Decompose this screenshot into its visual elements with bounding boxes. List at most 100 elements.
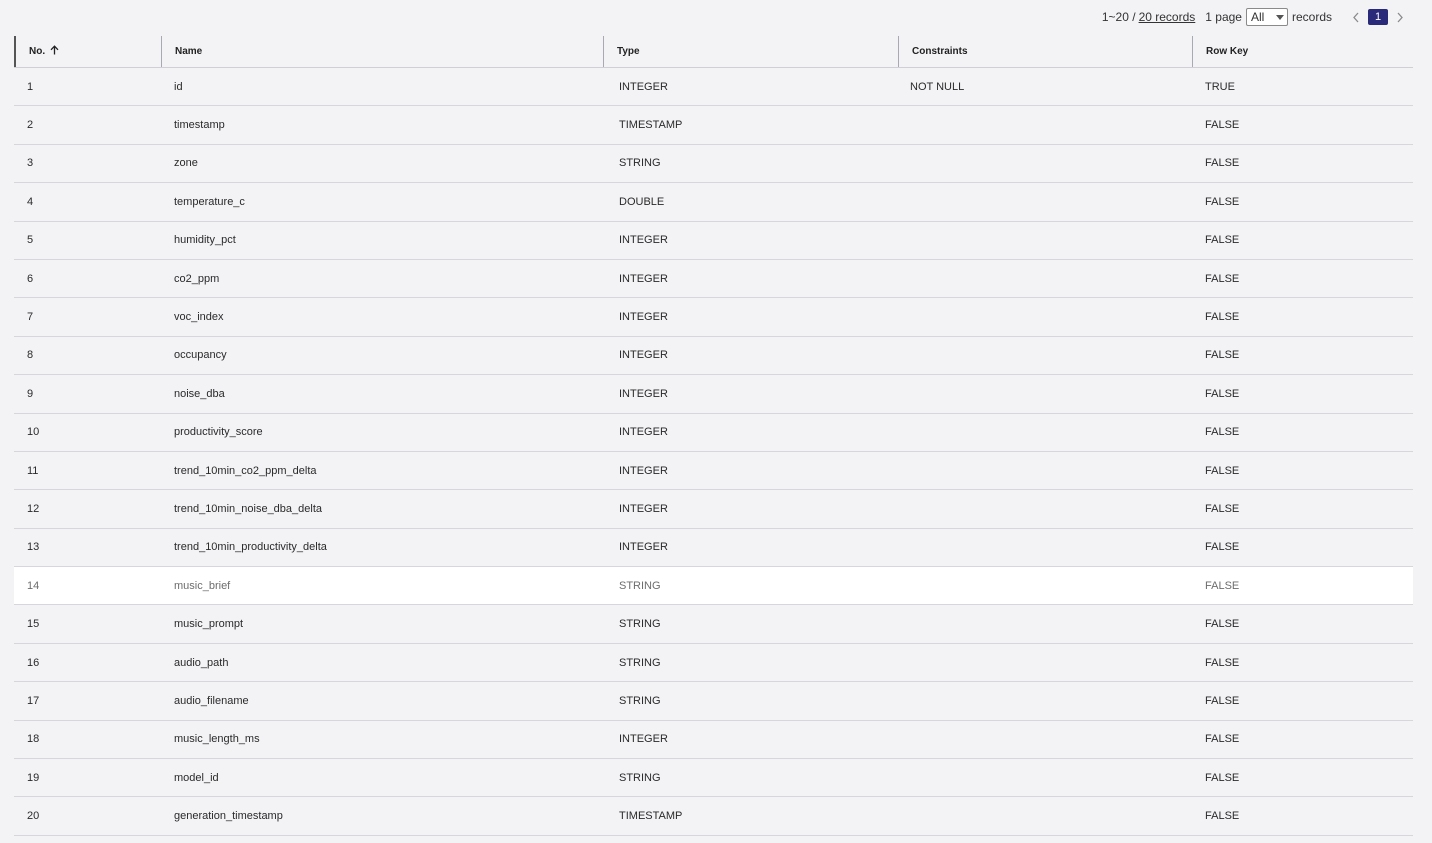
cell-row-key: FALSE [1205,502,1240,515]
cell-no: 17 [27,694,40,707]
table-body: 1 id INTEGER NOT NULL TRUE 2 timestamp TIMESTA… [14,68,1413,836]
cell-row-key: FALSE [1205,349,1240,362]
cell-type: STRING [619,157,661,170]
column-header-type[interactable]: Type [603,36,898,67]
pagination-bar: 1~20 / 20 records 1 page All records 1 [1102,7,1408,27]
table-row[interactable]: 19 model_id STRING FALSE [14,759,1413,798]
cell-type: INTEGER [619,349,668,362]
cell-constraints: NOT NULL [910,80,965,93]
cell-name: id [174,80,183,93]
table-row[interactable]: 17 audio_filename STRING FALSE [14,682,1413,721]
cell-row-key: FALSE [1205,195,1240,208]
table-row[interactable]: 15 music_prompt STRING FALSE [14,605,1413,644]
cell-name: music_brief [174,579,231,592]
cell-no: 10 [27,426,40,439]
table-row[interactable]: 9 noise_dba INTEGER FALSE [14,375,1413,414]
cell-type: STRING [619,771,661,784]
column-header-no[interactable]: No. [14,36,161,67]
table-row[interactable]: 3 zone STRING FALSE [14,145,1413,184]
cell-row-key: FALSE [1205,464,1240,477]
cell-no: 9 [27,387,34,400]
cell-no: 4 [27,195,34,208]
cell-no: 2 [27,119,34,132]
columns-table: No. Name Type Constraints Row Key 1 id INT… [14,36,1413,836]
table-row[interactable]: 5 humidity_pct INTEGER FALSE [14,222,1413,260]
record-range: 1~20 / [1101,10,1136,24]
cell-row-key: FALSE [1205,694,1240,707]
cell-name: voc_index [174,311,224,324]
column-header-row-key[interactable]: Row Key [1192,36,1413,67]
cell-row-key: FALSE [1205,771,1240,784]
table-row[interactable]: 16 audio_path STRING FALSE [14,644,1413,683]
cell-type: STRING [619,618,661,631]
cell-row-key: FALSE [1205,618,1240,631]
cell-type: INTEGER [619,311,668,324]
table-row[interactable]: 12 trend_10min_noise_dba_delta INTEGER FALS… [14,490,1413,529]
table-row[interactable]: 18 music_length_ms INTEGER FALSE [14,721,1413,760]
page-size-value: All [1250,10,1265,24]
cell-name: temperature_c [174,195,245,208]
cell-no: 16 [27,656,40,669]
table-row[interactable]: 13 trend_10min_productivity_delta INTEGER F… [14,529,1413,568]
table-header: No. Name Type Constraints Row Key [14,36,1413,68]
table-row[interactable]: 4 temperature_c DOUBLE FALSE [14,183,1413,222]
arrow-up-icon [50,45,59,55]
cell-no: 19 [27,771,40,784]
cell-row-key: TRUE [1205,80,1235,93]
cell-name: trend_10min_co2_ppm_delta [174,464,317,477]
cell-no: 18 [27,733,40,746]
cell-row-key: FALSE [1205,541,1240,554]
cell-type: INTEGER [619,464,668,477]
table-row[interactable]: 10 productivity_score INTEGER FALSE [14,414,1413,452]
page-size-select[interactable]: All [1245,8,1288,26]
cell-no: 14 [27,579,40,592]
cell-type: STRING [619,579,661,592]
cell-name: occupancy [174,349,227,362]
schema-table-view: 1~20 / 20 records 1 page All records 1 N… [0,0,1432,843]
page-count: 1 page [1205,10,1242,24]
cell-type: INTEGER [619,272,668,285]
column-header-label: Type [617,46,640,57]
records-label: records [1291,10,1332,24]
cell-name: audio_path [174,656,229,669]
cell-no: 11 [27,464,39,477]
cell-type: INTEGER [619,234,668,247]
total-records-link[interactable]: 20 records [1139,10,1196,24]
cell-row-key: FALSE [1205,579,1240,592]
cell-type: INTEGER [619,502,668,515]
column-header-name[interactable]: Name [161,36,603,67]
prev-page-button[interactable] [1348,9,1364,25]
table-row[interactable]: 6 co2_ppm INTEGER FALSE [14,260,1413,299]
table-row-highlighted[interactable]: 14 music_brief STRING FALSE [14,567,1413,606]
cell-row-key: FALSE [1205,272,1240,285]
cell-type: INTEGER [619,426,668,439]
cell-row-key: FALSE [1205,656,1240,669]
next-page-button[interactable] [1392,9,1408,25]
caret-down-icon [1275,15,1284,20]
cell-row-key: FALSE [1205,733,1240,746]
cell-type: INTEGER [619,80,668,93]
table-row[interactable]: 2 timestamp TIMESTAMP FALSE [14,106,1413,145]
cell-no: 1 [27,80,34,93]
current-page-button[interactable]: 1 [1368,9,1388,25]
table-row[interactable]: 8 occupancy INTEGER FALSE [14,337,1413,376]
cell-type: DOUBLE [619,195,665,208]
cell-no: 20 [27,810,40,823]
cell-type: INTEGER [619,541,668,554]
cell-name: trend_10min_productivity_delta [174,541,327,554]
column-header-constraints[interactable]: Constraints [898,36,1192,67]
cell-no: 7 [27,311,34,324]
cell-row-key: FALSE [1205,810,1240,823]
cell-type: TIMESTAMP [619,119,683,132]
table-row[interactable]: 1 id INTEGER NOT NULL TRUE [14,68,1413,107]
cell-no: 6 [27,272,34,285]
cell-type: STRING [619,656,661,669]
table-row[interactable]: 20 generation_timestamp TIMESTAMP FALSE [14,797,1413,836]
cell-no: 3 [27,157,34,170]
cell-type: INTEGER [619,387,668,400]
column-header-label: Row Key [1206,46,1249,57]
chevron-left-icon [1353,12,1359,22]
table-row[interactable]: 7 voc_index INTEGER FALSE [14,298,1413,337]
table-row[interactable]: 11 trend_10min_co2_ppm_delta INTEGER FALSE [14,452,1413,491]
cell-row-key: FALSE [1205,311,1240,324]
